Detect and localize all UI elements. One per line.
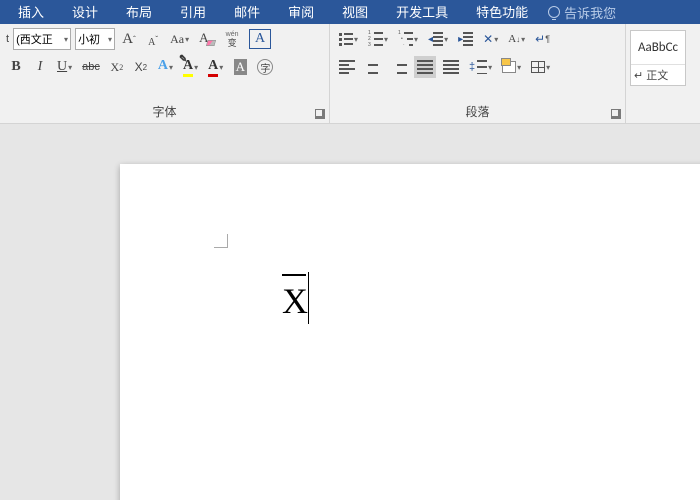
group-paragraph: 123 1•· ◂ ▸ ✕ A↓ ↵¶: [330, 24, 626, 123]
tab-review[interactable]: 审阅: [274, 0, 328, 24]
align-right-button[interactable]: [388, 56, 410, 78]
tell-me[interactable]: 告诉我您: [542, 0, 622, 24]
superscript-button[interactable]: X2: [131, 56, 151, 78]
enclose-char-button[interactable]: 字: [254, 56, 276, 78]
document-area: X: [0, 124, 700, 500]
increase-indent-button[interactable]: ▸: [455, 28, 476, 50]
tab-special[interactable]: 特色功能: [462, 0, 542, 24]
style-name-label: ↵ 正文: [631, 64, 685, 85]
tell-me-label: 告诉我您: [564, 3, 616, 22]
align-center-button[interactable]: [362, 56, 384, 78]
decrease-indent-button[interactable]: ◂: [425, 28, 451, 50]
align-left-button[interactable]: [336, 56, 358, 78]
font-face-select[interactable]: (西文正▾: [13, 28, 71, 50]
highlight-button[interactable]: ✎A: [180, 56, 201, 78]
change-case-button[interactable]: Aa: [167, 28, 192, 50]
align-justify-button[interactable]: [414, 56, 436, 78]
tab-developer[interactable]: 开发工具: [382, 0, 462, 24]
clear-format-button[interactable]: A: [196, 28, 218, 50]
overline-mark: [282, 274, 306, 276]
bulb-icon: [548, 6, 560, 18]
group-styles: AaBbCc ↵ 正文: [626, 24, 690, 123]
phonetic-guide-button[interactable]: wén变: [222, 28, 242, 50]
group-font: t (西文正▾ 小初▾ Aˆ Aˇ Aa A wén变 A B I U abc …: [0, 24, 330, 123]
tab-layout[interactable]: 布局: [112, 0, 166, 24]
grow-font-button[interactable]: Aˆ: [119, 28, 139, 50]
subscript-button[interactable]: X2: [107, 56, 127, 78]
tab-insert[interactable]: 插入: [4, 0, 58, 24]
shrink-font-button[interactable]: Aˇ: [143, 28, 163, 50]
style-normal[interactable]: AaBbCc ↵ 正文: [630, 30, 686, 86]
font-group-label: 字体: [6, 101, 323, 123]
number-list-button[interactable]: 123: [365, 28, 391, 50]
text-direction-button[interactable]: ✕: [480, 28, 501, 50]
bullet-list-button[interactable]: [336, 28, 361, 50]
align-distribute-button[interactable]: [440, 56, 462, 78]
page[interactable]: X: [120, 164, 700, 500]
text-cursor: [308, 272, 309, 324]
char-shading-button[interactable]: A: [230, 56, 250, 78]
shading-button[interactable]: [499, 56, 524, 78]
multilevel-list-button[interactable]: 1•·: [395, 28, 421, 50]
text-effects-button[interactable]: A: [155, 56, 176, 78]
bold-button[interactable]: B: [6, 56, 26, 78]
italic-button[interactable]: I: [30, 56, 50, 78]
sort-button[interactable]: A↓: [505, 28, 528, 50]
tab-mailings[interactable]: 邮件: [220, 0, 274, 24]
ribbon: t (西文正▾ 小初▾ Aˆ Aˇ Aa A wén变 A B I U abc …: [0, 24, 700, 124]
font-face-prefix: t: [6, 33, 9, 45]
font-dialog-launcher[interactable]: [315, 109, 325, 119]
margin-indicator: [214, 234, 228, 248]
strikethrough-button[interactable]: abc: [79, 56, 103, 78]
style-preview-text: AaBbCc: [631, 31, 685, 64]
tab-view[interactable]: 视图: [328, 0, 382, 24]
tab-references[interactable]: 引用: [166, 0, 220, 24]
font-size-select[interactable]: 小初▾: [75, 28, 115, 50]
line-spacing-button[interactable]: ‡: [466, 56, 495, 78]
tab-design[interactable]: 设计: [58, 0, 112, 24]
document-text[interactable]: X: [282, 280, 308, 322]
char-border-button[interactable]: A: [246, 28, 274, 50]
paragraph-dialog-launcher[interactable]: [611, 109, 621, 119]
paragraph-group-label: 段落: [336, 101, 619, 123]
ribbon-tabs: 插入 设计 布局 引用 邮件 审阅 视图 开发工具 特色功能 告诉我您: [0, 0, 700, 24]
font-color-button[interactable]: A: [205, 56, 226, 78]
show-marks-button[interactable]: ↵¶: [532, 28, 553, 50]
underline-button[interactable]: U: [54, 56, 75, 78]
borders-button[interactable]: [528, 56, 553, 78]
